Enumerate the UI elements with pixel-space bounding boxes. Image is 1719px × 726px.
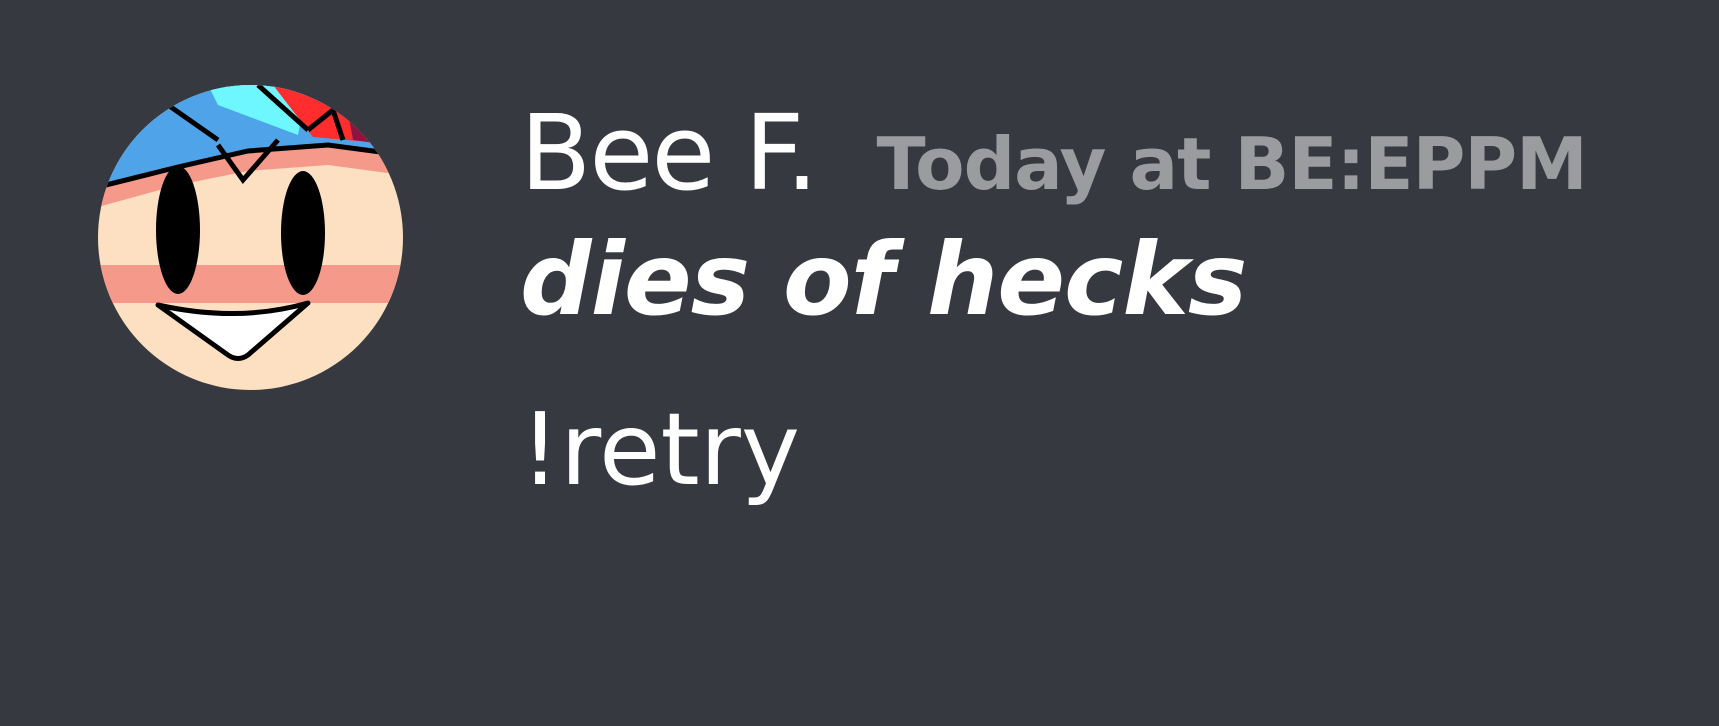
message-header: Bee F. Today at BE:EPPM bbox=[520, 88, 1679, 218]
message-text-line-1: dies of hecks bbox=[520, 221, 1247, 338]
message-text-line-2: !retry bbox=[520, 391, 801, 508]
message-container: Bee F. Today at BE:EPPM dies of hecks !r… bbox=[0, 0, 1719, 726]
avatar[interactable] bbox=[98, 85, 403, 390]
message-content: Bee F. Today at BE:EPPM dies of hecks !r… bbox=[520, 88, 1679, 510]
timestamp[interactable]: Today at BE:EPPM bbox=[877, 122, 1588, 206]
username[interactable]: Bee F. bbox=[520, 88, 819, 218]
cartoon-face-avatar-icon bbox=[98, 85, 403, 390]
